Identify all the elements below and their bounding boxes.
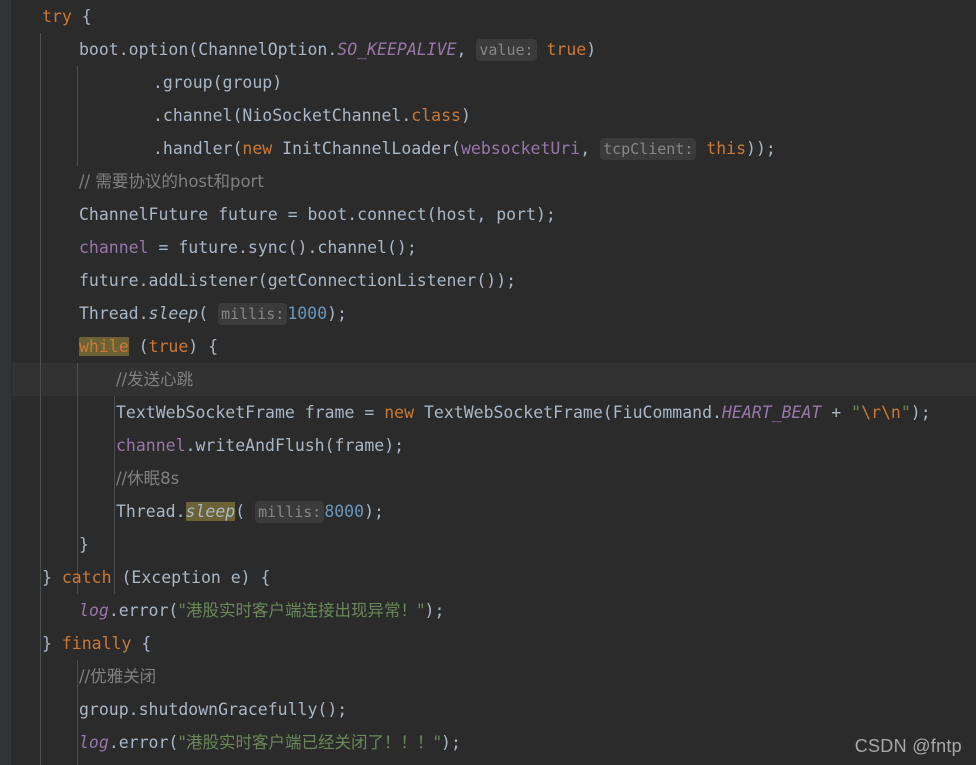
- while-paren-close: ) {: [188, 337, 219, 356]
- code-editor[interactable]: try {boot.option(ChannelOption.SO_KEEPAL…: [0, 0, 976, 765]
- keyword-this: this: [696, 139, 747, 158]
- literal-true-1: true: [536, 40, 587, 59]
- frame-ctor: TextWebSocketFrame(FiuCommand.: [414, 403, 722, 422]
- crlf-string: "\r\n": [851, 403, 911, 422]
- sleep-method-1: sleep: [148, 304, 199, 323]
- code-line-23[interactable]: log.error("港股实时客户端已经关闭了！！！");: [0, 726, 976, 759]
- keyword-new-1: new: [242, 139, 273, 158]
- paren-8: );: [364, 502, 384, 521]
- channel-call: .channel(NioSocketChannel.: [153, 106, 412, 125]
- while-paren-open: (: [128, 337, 149, 356]
- escape-r: \r: [861, 403, 881, 422]
- millis-value-1: 1000: [287, 304, 328, 323]
- code-line-9[interactable]: future.addListener(getConnectionListener…: [0, 264, 976, 297]
- boot-option-call: boot.option(ChannelOption.: [79, 40, 338, 59]
- catch-params: (Exception e) {: [111, 568, 271, 587]
- channel-future-decl: ChannelFuture future = boot.connect(host…: [79, 205, 556, 224]
- heart-beat-constant: HEART_BEAT: [721, 403, 822, 422]
- sleep-method-2: sleep: [185, 502, 236, 521]
- group-call: .group(group): [153, 73, 283, 92]
- paren-7: (: [235, 502, 256, 521]
- code-line-15[interactable]: //休眠8s: [0, 462, 976, 495]
- comment-sleep-8s: //休眠8s: [116, 469, 180, 488]
- paren-1: ): [586, 40, 597, 59]
- catch-close-brace: }: [42, 634, 62, 653]
- comment-host-port: // 需要协议的host和port: [79, 172, 264, 191]
- websocket-uri-field: websocketUri: [460, 139, 581, 158]
- channel-field-2: channel: [116, 436, 186, 455]
- error-message-closed: "港股实时客户端已经关闭了！！！": [178, 733, 442, 752]
- add-listener-call: future.addListener(getConnectionListener…: [79, 271, 517, 290]
- paren-5: );: [327, 304, 347, 323]
- code-line-21[interactable]: //优雅关闭: [0, 660, 976, 693]
- code-line-7[interactable]: ChannelFuture future = boot.connect(host…: [0, 198, 976, 231]
- error-call-2: .error(: [108, 733, 179, 752]
- paren-2: ): [460, 106, 471, 125]
- code-line-17[interactable]: }: [0, 528, 976, 561]
- paren-6: );: [910, 403, 931, 422]
- keyword-try: try: [42, 7, 72, 26]
- csdn-watermark: CSDN @fntp: [854, 736, 962, 756]
- paren-4: (: [198, 304, 219, 323]
- code-line-4[interactable]: .channel(NioSocketChannel.class): [0, 99, 976, 132]
- code-line-10[interactable]: Thread.sleep( millis: 1000);: [0, 297, 976, 330]
- code-line-1[interactable]: try {: [0, 0, 976, 33]
- keyword-catch: catch: [61, 568, 112, 587]
- code-line-5[interactable]: .handler(new InitChannelLoader(websocket…: [0, 132, 976, 165]
- inline-hint-tcpclient: tcpClient:: [600, 138, 697, 160]
- channel-field-1: channel: [79, 238, 149, 257]
- inline-hint-millis-1: millis:: [218, 303, 288, 325]
- code-line-11[interactable]: while (true) {: [0, 330, 976, 363]
- keyword-finally: finally: [61, 634, 132, 653]
- while-close-brace: }: [79, 535, 89, 554]
- line-1-rest: {: [71, 7, 92, 26]
- code-line-13[interactable]: TextWebSocketFrame frame = new TextWebSo…: [0, 396, 976, 429]
- keyword-while: while: [79, 337, 129, 356]
- comment-heartbeat: //发送心跳: [116, 370, 194, 389]
- keyword-class: class: [411, 106, 461, 125]
- literal-true-2: true: [148, 337, 189, 356]
- paren-9: );: [424, 601, 445, 620]
- error-call-1: .error(: [108, 601, 179, 620]
- code-line-6[interactable]: // 需要协议的host和port: [0, 165, 976, 198]
- log-field-1: log: [79, 601, 109, 620]
- thread-prefix-1: Thread.: [79, 304, 149, 323]
- code-line-12[interactable]: //发送心跳: [0, 363, 976, 396]
- code-line-14[interactable]: channel.writeAndFlush(frame);: [0, 429, 976, 462]
- thread-prefix-2: Thread.: [116, 502, 186, 521]
- paren-3: ));: [746, 139, 776, 158]
- code-line-2[interactable]: boot.option(ChannelOption.SO_KEEPALIVE, …: [0, 33, 976, 66]
- code-line-20[interactable]: } finally {: [0, 627, 976, 660]
- frame-decl: TextWebSocketFrame frame =: [116, 403, 385, 422]
- code-content[interactable]: try {boot.option(ChannelOption.SO_KEEPAL…: [0, 0, 976, 759]
- inline-hint-value: value:: [476, 39, 537, 61]
- code-line-3[interactable]: .group(group): [0, 66, 976, 99]
- comment-graceful-shutdown: //优雅关闭: [79, 667, 157, 686]
- try-close-brace: }: [42, 568, 62, 587]
- paren-10: );: [441, 733, 461, 752]
- code-line-8[interactable]: channel = future.sync().channel();: [0, 231, 976, 264]
- plus-operator: +: [821, 403, 852, 422]
- init-channel-loader: InitChannelLoader(: [272, 139, 461, 158]
- code-line-16[interactable]: Thread.sleep( millis: 8000);: [0, 495, 976, 528]
- future-sync-call: = future.sync().channel();: [148, 238, 417, 257]
- handler-call: .handler(: [153, 139, 243, 158]
- so-keepalive-constant: SO_KEEPALIVE: [337, 40, 457, 59]
- code-line-18[interactable]: } catch (Exception e) {: [0, 561, 976, 594]
- comma-2: ,: [580, 139, 601, 158]
- escape-n: \n: [880, 403, 901, 422]
- comma-1: ,: [456, 40, 477, 59]
- code-line-19[interactable]: log.error("港股实时客户端连接出现异常！");: [0, 594, 976, 627]
- finally-open-brace: {: [131, 634, 152, 653]
- error-message-connect: "港股实时客户端连接出现异常！": [178, 601, 425, 620]
- inline-hint-millis-2: millis:: [255, 501, 325, 523]
- keyword-new-2: new: [384, 403, 415, 422]
- log-field-2: log: [79, 733, 109, 752]
- code-line-22[interactable]: group.shutdownGracefully();: [0, 693, 976, 726]
- millis-value-2: 8000: [324, 502, 365, 521]
- write-and-flush-call: .writeAndFlush(frame);: [185, 436, 405, 455]
- shutdown-gracefully-call: group.shutdownGracefully();: [79, 700, 348, 719]
